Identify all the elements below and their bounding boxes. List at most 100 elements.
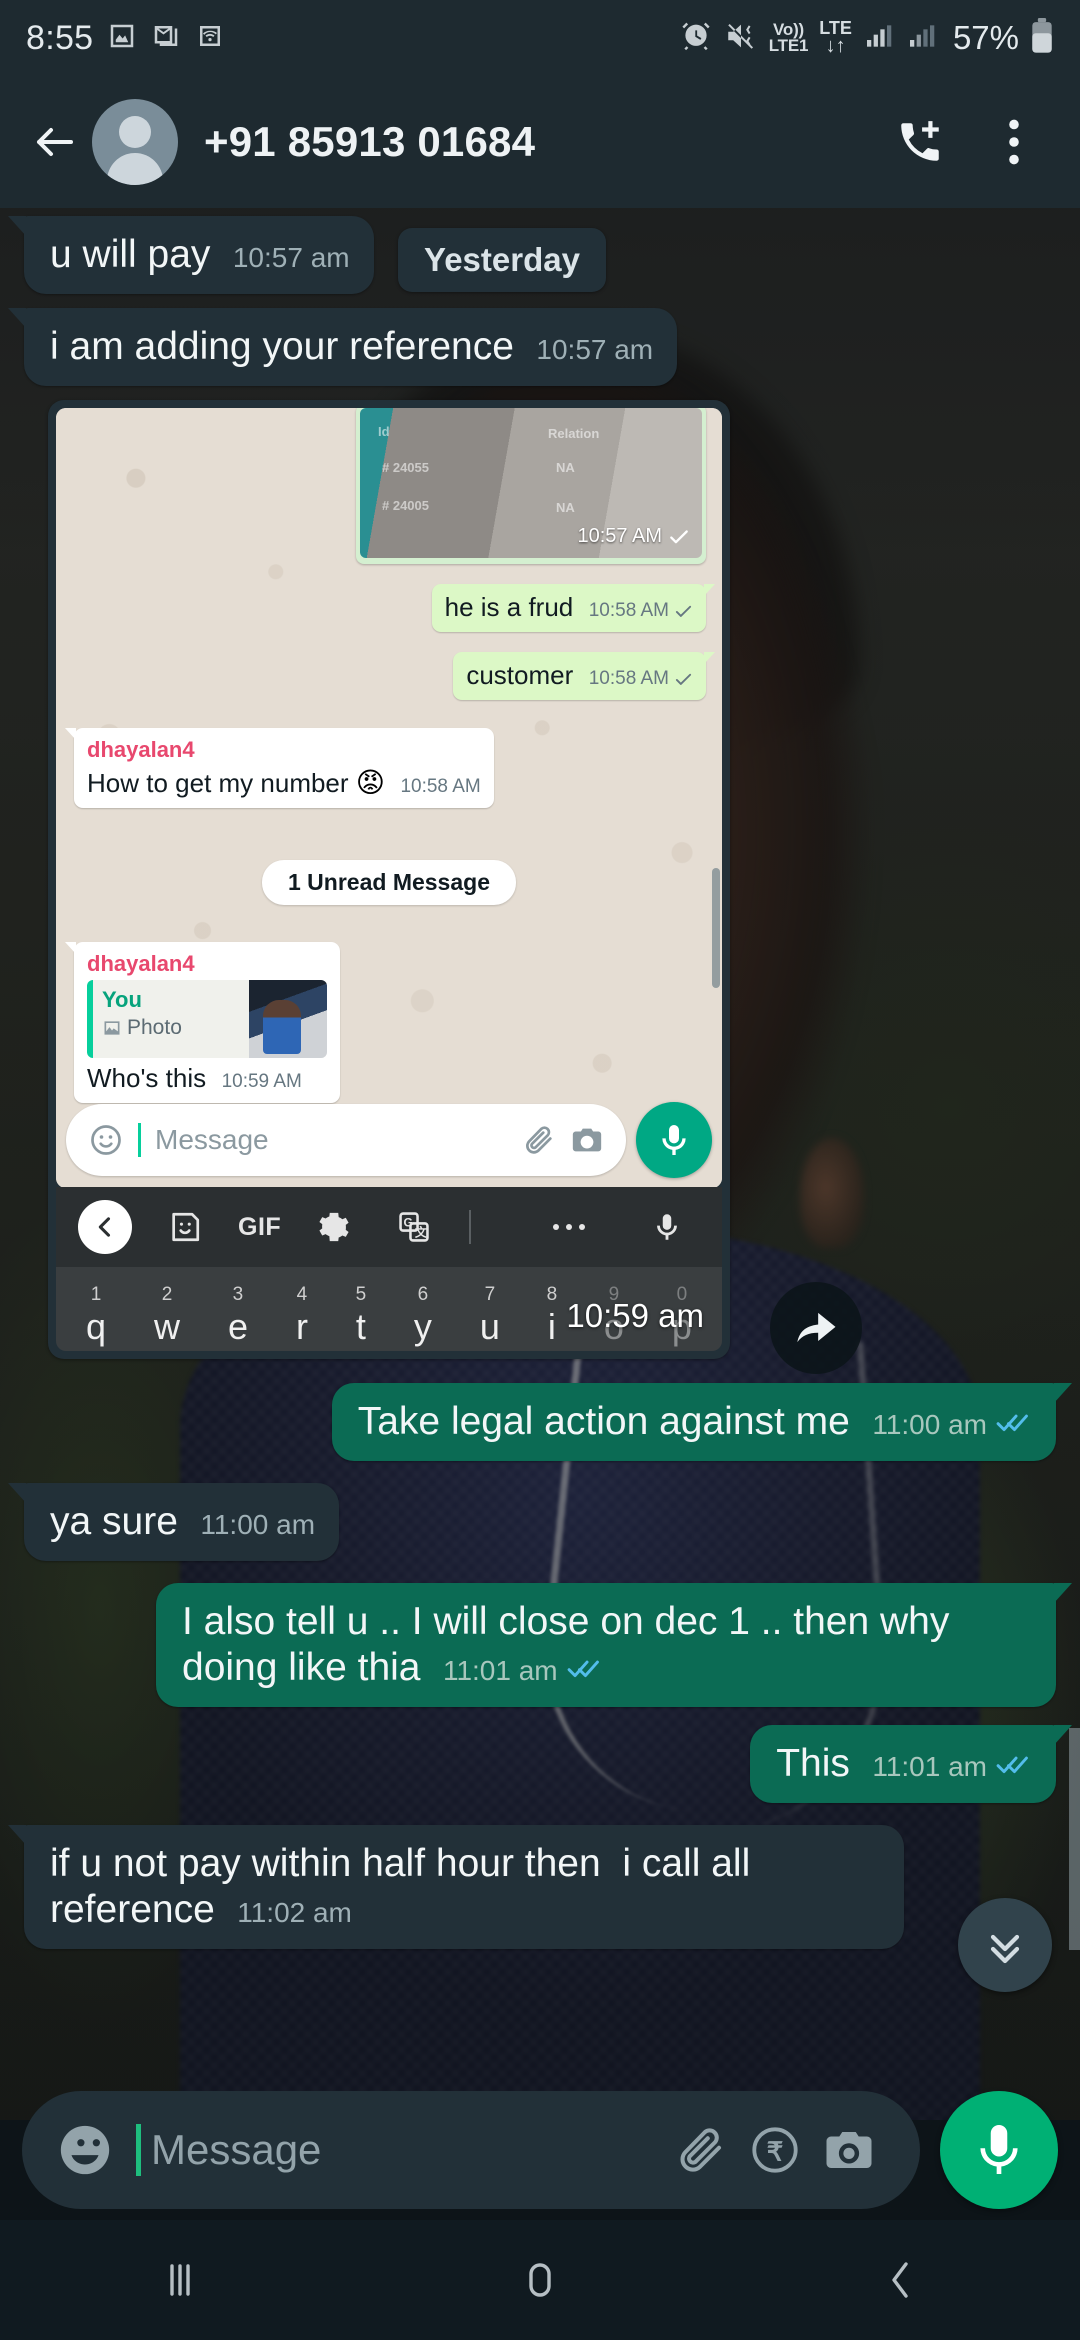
nested-message-text: Who's this [87, 1063, 207, 1094]
message-meta: 10:57 am [233, 242, 350, 274]
back-arrow-icon[interactable] [26, 113, 84, 171]
nested-sender-name: dhayalan4 [87, 951, 195, 977]
quote-thumbnail [249, 980, 327, 1059]
nested-message-meta: 10:58 AM [400, 776, 480, 798]
svg-text:G: G [404, 1215, 413, 1229]
message-row: Take legal action against me 11:00 am [0, 1383, 1080, 1462]
nested-photo-meta: 10:57 AM [577, 525, 690, 548]
call-add-icon[interactable] [890, 112, 950, 172]
nested-message-time: 10:58 AM [400, 776, 481, 798]
toolbar-divider [469, 1210, 472, 1245]
message-time: 11:00 am [200, 1509, 316, 1541]
keyboard-key: 8i [546, 1284, 558, 1348]
nested-sender-name: dhayalan4 [87, 737, 195, 763]
nested-message-meta: 10:58 AM [589, 600, 693, 622]
nested-photo-time: 10:57 AM [577, 525, 662, 548]
message-placeholder: Message [151, 2126, 322, 2173]
emoji-icon[interactable] [56, 2121, 114, 2179]
message-time: 10:57 am [232, 242, 350, 273]
message-time: 11:01 am [442, 1655, 558, 1687]
angry-face-emoji: 😡 [355, 767, 385, 799]
outgoing-message-bubble[interactable]: This 11:01 am [750, 1725, 1072, 1804]
attach-icon[interactable] [664, 2123, 738, 2177]
nested-photo-label: Id [378, 424, 390, 440]
vibrate-icon [724, 19, 758, 58]
more-dots-icon [542, 1220, 596, 1234]
quote-type-label: Photo [127, 1016, 182, 1040]
scroll-to-bottom-button[interactable] [958, 1898, 1052, 1992]
nested-photo-label: Relation [548, 426, 600, 442]
message-time: 11:02 am [237, 1897, 352, 1929]
nested-message-meta: 10:59 AM [222, 1071, 302, 1093]
camera-icon[interactable] [812, 2123, 886, 2177]
single-tick-icon [675, 673, 692, 685]
gear-icon [307, 1210, 361, 1244]
mic-icon [980, 2124, 1018, 2175]
read-receipt-double-tick-icon [996, 1410, 1032, 1441]
incoming-message-bubble[interactable]: u will pay 10:57 am [8, 216, 374, 295]
attach-icon [526, 1126, 552, 1154]
message-text: u will pay [50, 233, 211, 276]
keyboard-key: 7u [479, 1284, 500, 1348]
incoming-message-bubble[interactable]: if u not pay within half hour then i cal… [8, 1825, 904, 1950]
incoming-image-message[interactable]: Id Relation # 24055 NA # 24005 NA 10:57 … [48, 400, 730, 1360]
nested-photo-label: # 24005 [382, 498, 429, 514]
message-meta: 11:02 am [237, 1897, 352, 1929]
message-row: This 11:01 am [0, 1725, 1080, 1804]
day-divider: Yesterday [398, 228, 606, 292]
double-chevron-down-icon [990, 1934, 1020, 1964]
status-bar: 8:55 Vo)) LTE1 LTE ↓↑ 57% [0, 0, 1080, 76]
recents-icon[interactable] [105, 2220, 255, 2340]
nested-input-placeholder: Message [155, 1124, 269, 1156]
message-text: ya sure [50, 1500, 178, 1544]
mic-icon [662, 1125, 686, 1156]
contact-name[interactable]: +91 85913 01684 [204, 118, 535, 166]
signal-sim1-icon [863, 20, 895, 57]
message-time: 11:00 am [872, 1409, 987, 1441]
nested-photo-thumbnail: Id Relation # 24055 NA # 24005 NA 10:57 … [360, 408, 702, 559]
quote-author: You [102, 987, 142, 1013]
message-input-bar: Message ₹ [0, 2080, 1080, 2220]
keyboard-key: 5t [355, 1284, 367, 1348]
battery-icon [1030, 17, 1054, 59]
message-row: Id Relation # 24055 NA # 24005 NA 10:57 … [0, 400, 1080, 1375]
nested-scrollbar [712, 868, 720, 989]
outgoing-message-bubble[interactable]: I also tell u .. I will close on dec 1 .… [156, 1583, 1072, 1708]
nested-message-row: customer 10:58 AM [453, 652, 715, 700]
incoming-message-bubble[interactable]: i am adding your reference 10:57 am [7, 308, 678, 387]
screenshot-image: Id Relation # 24055 NA # 24005 NA 10:57 … [56, 408, 722, 1189]
text-caret [136, 2124, 141, 2176]
status-bar-clock: 8:55 [26, 18, 94, 57]
contact-avatar[interactable] [92, 99, 178, 185]
nested-unread-divider-row: 1 Unread Message [56, 860, 722, 906]
message-list[interactable]: u will pay 10:57 am i am adding your ref… [0, 208, 1080, 2120]
nested-reply-bubble: dhayalan4 You Photo Who's this 10:59 AM [65, 942, 340, 1103]
mic-icon [640, 1210, 694, 1244]
back-icon[interactable] [825, 2220, 975, 2340]
read-receipt-double-tick-icon [996, 1752, 1032, 1783]
message-meta: 10:57 am [536, 334, 653, 366]
nested-message-meta: 10:58 AM [589, 668, 693, 690]
message-text: if u not pay within half hour then i cal… [50, 1842, 762, 1932]
rupee-payment-icon[interactable]: ₹ [738, 2123, 812, 2177]
home-icon[interactable] [465, 2220, 615, 2340]
overflow-menu-icon[interactable] [984, 112, 1044, 172]
quoted-message: You Photo [87, 980, 327, 1059]
lte-data-icon: LTE ↓↑ [819, 17, 852, 58]
message-meta: 11:01 am [443, 1655, 603, 1687]
keyboard-key: 2w [153, 1284, 180, 1348]
nested-photo-label: NA [556, 460, 575, 476]
forward-arrow-icon[interactable] [770, 1282, 862, 1375]
outgoing-message-bubble[interactable]: Take legal action against me 11:00 am [331, 1383, 1073, 1462]
chat-scrollbar[interactable] [1069, 1728, 1080, 1950]
quote-type: Photo [102, 1016, 240, 1040]
nested-outgoing-bubble: he is a frud 10:58 AM [431, 584, 716, 632]
message-text: This [776, 1742, 850, 1786]
message-time: 10:57 am [536, 334, 654, 366]
incoming-message-bubble[interactable]: ya sure 11:00 am [7, 1483, 340, 1562]
message-row: i am adding your reference 10:57 am [0, 308, 1080, 387]
voice-record-button[interactable] [940, 2091, 1058, 2209]
message-row: I also tell u .. I will close on dec 1 .… [0, 1583, 1080, 1708]
message-input-field[interactable]: Message ₹ [22, 2091, 920, 2209]
camera-icon [572, 1128, 602, 1152]
